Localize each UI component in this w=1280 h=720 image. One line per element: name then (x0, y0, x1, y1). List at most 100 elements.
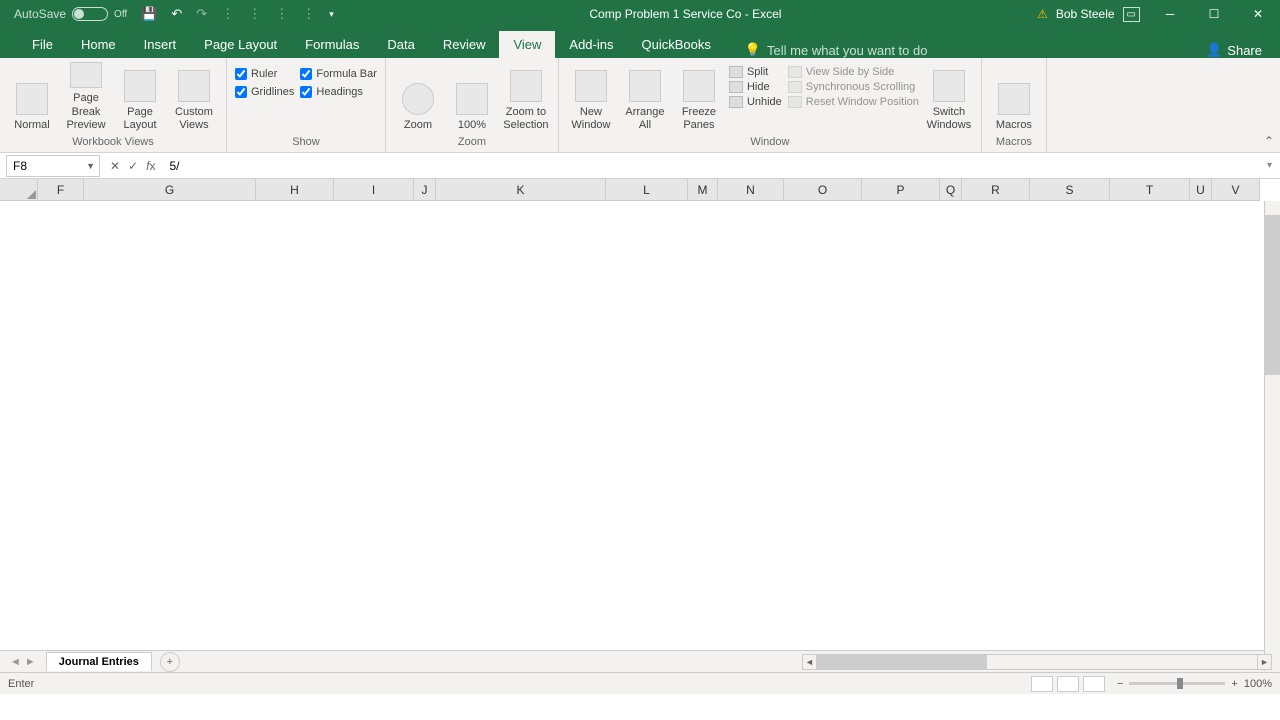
column-header[interactable]: H (256, 179, 334, 201)
cancel-entry-icon[interactable]: ✕ (110, 159, 120, 173)
column-header[interactable]: V (1212, 179, 1260, 201)
gridlines-checkbox[interactable]: Gridlines (235, 86, 294, 98)
group-window: Window (567, 136, 973, 150)
confirm-entry-icon[interactable]: ✓ (128, 159, 138, 173)
column-header[interactable]: O (784, 179, 862, 201)
zoom-slider[interactable] (1129, 682, 1225, 685)
window-buttons: ─ ☐ ✕ (1148, 0, 1280, 28)
page-break-view-icon[interactable] (1083, 676, 1105, 692)
zoom-out-icon[interactable]: − (1117, 678, 1123, 690)
lightbulb-icon: 💡 (745, 42, 761, 58)
tell-me-search[interactable]: 💡 Tell me what you want to do (745, 42, 928, 58)
page-layout-icon (124, 70, 156, 102)
share-label: Share (1227, 43, 1262, 58)
split-button[interactable]: Split (729, 66, 782, 78)
qat-icon[interactable]: ⋮ (221, 6, 234, 22)
ruler-checkbox[interactable]: Ruler (235, 68, 294, 80)
tab-addins[interactable]: Add-ins (555, 31, 627, 58)
zoom-control[interactable]: − + 100% (1117, 678, 1272, 690)
custom-views-button[interactable]: Custom Views (170, 62, 218, 132)
unhide-button[interactable]: Unhide (729, 96, 782, 108)
autosave-toggle[interactable]: AutoSave Off (14, 7, 127, 21)
arrange-all-button[interactable]: Arrange All (621, 62, 669, 132)
tab-formulas[interactable]: Formulas (291, 31, 373, 58)
column-header[interactable]: Q (940, 179, 962, 201)
page-layout-view-icon[interactable] (1057, 676, 1079, 692)
column-header[interactable]: I (334, 179, 414, 201)
ribbon-options-icon[interactable]: ▭ (1123, 7, 1140, 22)
new-window-button[interactable]: New Window (567, 62, 615, 132)
autosave-state: Off (114, 9, 127, 20)
qat-icon[interactable]: ⋮ (248, 6, 261, 22)
reset-window-button[interactable]: Reset Window Position (788, 96, 919, 108)
sheet-nav[interactable]: ◄► (0, 656, 46, 668)
spreadsheet-grid[interactable]: FGHIJKLMNOPQRSTUV (0, 179, 1280, 650)
horizontal-scrollbar[interactable]: ◄► (802, 654, 1272, 670)
vertical-scrollbar[interactable] (1264, 201, 1280, 671)
tab-home[interactable]: Home (67, 31, 130, 58)
zoom-icon (402, 83, 434, 115)
hide-button[interactable]: Hide (729, 81, 782, 93)
column-header[interactable]: M (688, 179, 718, 201)
column-header[interactable]: N (718, 179, 784, 201)
tab-insert[interactable]: Insert (130, 31, 191, 58)
tab-view[interactable]: View (499, 31, 555, 58)
name-box[interactable]: F8 ▼ (6, 155, 100, 177)
column-header[interactable]: U (1190, 179, 1212, 201)
zoom-100-button[interactable]: 100% (448, 62, 496, 132)
view-side-by-side-button[interactable]: View Side by Side (788, 66, 919, 78)
close-button[interactable]: ✕ (1236, 0, 1280, 28)
ribbon-tabs: File Home Insert Page Layout Formulas Da… (0, 28, 1280, 58)
minimize-button[interactable]: ─ (1148, 0, 1192, 28)
column-header[interactable]: P (862, 179, 940, 201)
tab-file[interactable]: File (18, 31, 67, 58)
name-box-dropdown-icon[interactable]: ▼ (86, 161, 95, 171)
toggle-icon (72, 7, 108, 21)
tab-quickbooks[interactable]: QuickBooks (627, 31, 724, 58)
save-icon[interactable]: 💾 (141, 6, 157, 22)
expand-formula-icon[interactable]: ▾ (1259, 160, 1280, 171)
sync-icon (788, 81, 802, 93)
column-header[interactable]: S (1030, 179, 1110, 201)
add-sheet-button[interactable]: + (160, 652, 180, 672)
collapse-ribbon-button[interactable]: ⌃ (1264, 134, 1274, 148)
redo-icon[interactable]: ↷ (196, 6, 207, 22)
column-header[interactable]: K (436, 179, 606, 201)
maximize-button[interactable]: ☐ (1192, 0, 1236, 28)
column-header[interactable]: G (84, 179, 256, 201)
column-header[interactable]: L (606, 179, 688, 201)
formula-input[interactable]: 5/ (165, 159, 1259, 173)
tab-review[interactable]: Review (429, 31, 500, 58)
share-button[interactable]: 👤 Share (1206, 42, 1262, 58)
formula-bar-checkbox[interactable]: Formula Bar (300, 68, 377, 80)
user-account[interactable]: ⚠ Bob Steele ▭ (1037, 7, 1140, 22)
page-layout-button[interactable]: Page Layout (116, 62, 164, 132)
macros-button[interactable]: Macros (990, 62, 1038, 132)
page-break-preview-button[interactable]: Page Break Preview (62, 62, 110, 132)
fx-icon[interactable]: fx (146, 159, 155, 173)
column-header[interactable]: F (38, 179, 84, 201)
switch-windows-button[interactable]: Switch Windows (925, 62, 973, 132)
tab-data[interactable]: Data (373, 31, 428, 58)
freeze-panes-button[interactable]: Freeze Panes (675, 62, 723, 132)
warning-icon: ⚠ (1037, 7, 1048, 21)
select-all-corner[interactable] (0, 179, 38, 201)
zoom-100-icon (456, 83, 488, 115)
column-header[interactable]: T (1110, 179, 1190, 201)
column-header[interactable]: R (962, 179, 1030, 201)
normal-view-icon[interactable] (1031, 676, 1053, 692)
normal-view-button[interactable]: Normal (8, 62, 56, 132)
sheet-tab-journal-entries[interactable]: Journal Entries (46, 652, 152, 671)
tab-page-layout[interactable]: Page Layout (190, 31, 291, 58)
zoom-in-icon[interactable]: + (1231, 678, 1237, 690)
zoom-selection-button[interactable]: Zoom to Selection (502, 62, 550, 132)
zoom-percent[interactable]: 100% (1244, 678, 1272, 690)
zoom-button[interactable]: Zoom (394, 62, 442, 132)
headings-checkbox[interactable]: Headings (300, 86, 377, 98)
qat-icon[interactable]: ⋮ (302, 6, 315, 22)
sync-scroll-button[interactable]: Synchronous Scrolling (788, 81, 919, 93)
zoom-sel-icon (510, 70, 542, 102)
undo-icon[interactable]: ↶ (171, 6, 182, 22)
qat-icon[interactable]: ⋮ (275, 6, 288, 22)
column-header[interactable]: J (414, 179, 436, 201)
